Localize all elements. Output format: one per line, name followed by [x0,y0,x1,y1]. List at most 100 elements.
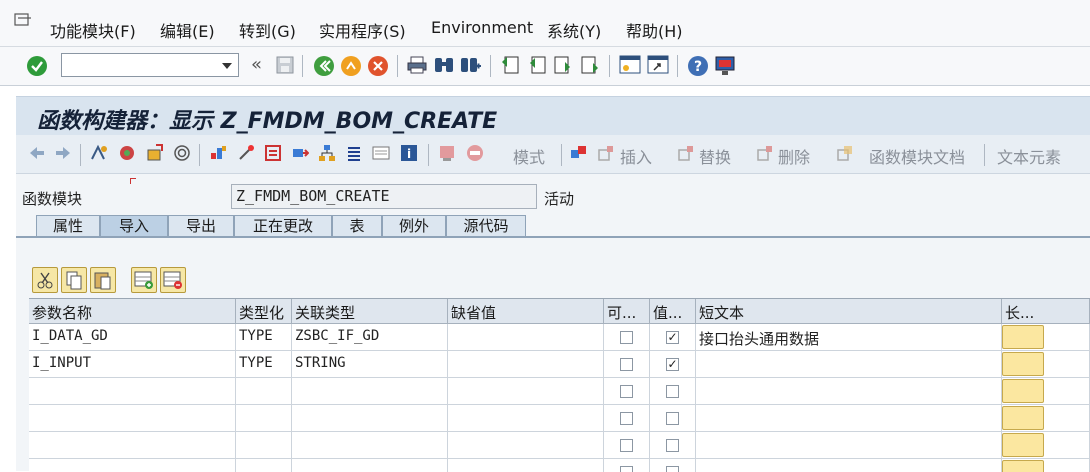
menu-utilities[interactable]: 实用程序(S) [319,18,406,42]
insert-button[interactable]: 插入 [620,144,652,168]
cancel-icon[interactable] [367,55,389,77]
long-text-button[interactable] [1002,325,1044,349]
long-text-button[interactable] [1002,406,1044,430]
pattern-icon[interactable] [264,144,282,162]
hierarchy-icon[interactable] [318,144,336,162]
typing-cell[interactable] [236,459,292,472]
default-value-cell[interactable] [448,432,604,459]
last-page-icon[interactable] [580,56,600,74]
tab-export[interactable]: 导出 [168,215,234,237]
short-text-cell[interactable]: 接口抬头通用数据 [696,324,1002,351]
long-text-button[interactable] [1002,433,1044,457]
column-header-default[interactable]: 缺省值 [448,299,604,324]
optional-checkbox[interactable] [620,385,633,398]
exit-icon[interactable] [340,55,362,77]
short-text-cell[interactable] [696,378,1002,405]
info-icon[interactable]: i [400,144,418,162]
back-icon[interactable] [313,55,335,77]
long-text-button[interactable] [1002,352,1044,376]
tab-import[interactable]: 导入 [100,215,168,237]
menu-edit[interactable]: 编辑(E) [160,18,215,42]
cut-button[interactable] [32,267,58,293]
param-name-cell[interactable]: I_DATA_GD [29,324,236,351]
assoc-type-cell[interactable]: STRING [292,351,448,378]
menu-help[interactable]: 帮助(H) [626,18,683,42]
system-menu-icon[interactable] [14,13,32,27]
replace-button[interactable]: 替换 [699,144,731,168]
delete-icon[interactable] [756,144,774,162]
next-page-icon[interactable] [553,56,573,74]
optional-checkbox[interactable] [620,439,633,452]
pass-value-checkbox[interactable]: ✓ [666,358,679,371]
save-icon[interactable] [276,56,294,74]
debug-icon[interactable] [438,144,456,162]
typing-cell[interactable] [236,405,292,432]
delete-button[interactable]: 删除 [778,144,810,168]
optional-checkbox[interactable] [620,412,633,425]
pass-value-checkbox[interactable] [666,439,679,452]
other-object-icon[interactable] [90,144,108,162]
new-session-icon[interactable] [619,55,641,75]
help-icon[interactable]: ? [687,55,709,77]
default-value-cell[interactable] [448,324,604,351]
column-header-optional[interactable]: 可... [604,299,650,324]
customize-layout-icon[interactable] [714,55,736,77]
first-page-icon[interactable] [500,56,520,74]
column-header-name[interactable]: 参数名称 [29,299,236,324]
typing-cell[interactable]: TYPE [236,324,292,351]
param-name-cell[interactable] [29,378,236,405]
default-value-cell[interactable] [448,459,604,472]
insert-icon[interactable] [597,144,615,162]
tab-tables[interactable]: 表 [332,215,382,237]
short-text-cell[interactable] [696,432,1002,459]
typing-cell[interactable] [236,432,292,459]
copy-button[interactable] [61,267,87,293]
find-next-icon[interactable] [460,56,482,74]
assoc-type-cell[interactable] [292,405,448,432]
default-value-cell[interactable] [448,405,604,432]
column-header-assoc-type[interactable]: 关联类型 [292,299,448,324]
typing-cell[interactable] [236,378,292,405]
check-icon[interactable] [146,144,164,162]
assoc-type-cell[interactable] [292,378,448,405]
navigation-icon[interactable] [291,144,309,162]
delete-row-button[interactable] [160,267,186,293]
param-name-cell[interactable]: I_INPUT [29,351,236,378]
short-text-cell[interactable] [696,351,1002,378]
pass-value-checkbox[interactable]: ✓ [666,331,679,344]
default-value-cell[interactable] [448,351,604,378]
typing-cell[interactable]: TYPE [236,351,292,378]
collapse-chevron-icon[interactable]: « [251,54,262,75]
object-list-icon[interactable] [209,144,227,162]
param-name-cell[interactable] [29,432,236,459]
back-arrow-icon[interactable] [28,144,46,162]
optional-checkbox[interactable] [620,466,633,472]
menu-system[interactable]: 系统(Y) [547,18,601,42]
fm-docs-icon[interactable] [836,144,854,162]
pass-value-checkbox[interactable] [666,412,679,425]
long-text-button[interactable] [1002,460,1044,472]
pass-value-checkbox[interactable] [666,385,679,398]
command-field[interactable] [61,53,239,77]
pretty-printer-icon[interactable] [570,144,588,162]
assoc-type-cell[interactable] [292,459,448,472]
previous-page-icon[interactable] [527,56,547,74]
text-elements-button[interactable]: 文本元素 [997,144,1061,168]
tab-source-code[interactable]: 源代码 [446,215,526,237]
assoc-type-cell[interactable]: ZSBC_IF_GD [292,324,448,351]
forward-arrow-icon[interactable] [54,144,72,162]
menu-function-module[interactable]: 功能模块(F) [50,18,136,42]
tab-attributes[interactable]: 属性 [36,215,100,237]
menu-goto[interactable]: 转到(G) [239,18,296,42]
test-icon[interactable] [466,144,484,162]
menu-environment[interactable]: Environment [431,18,533,37]
stack-icon[interactable] [345,144,363,162]
create-shortcut-icon[interactable] [647,55,669,75]
column-header-pass-value[interactable]: 值... [650,299,696,324]
optional-checkbox[interactable] [620,358,633,371]
assoc-type-cell[interactable] [292,432,448,459]
pass-value-checkbox[interactable] [666,466,679,472]
where-used-icon[interactable] [173,144,191,162]
enter-check-icon[interactable] [26,55,48,77]
chevron-down-icon[interactable] [222,63,232,69]
